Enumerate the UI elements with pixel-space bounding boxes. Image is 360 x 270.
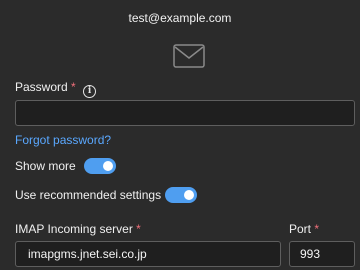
port-label-row: Port * (289, 222, 319, 236)
password-required-mark: * (71, 80, 76, 94)
port-input[interactable] (289, 241, 355, 267)
imap-server-input[interactable] (15, 241, 281, 267)
password-input[interactable] (15, 100, 355, 126)
imap-label-row: IMAP Incoming server * (15, 222, 141, 236)
password-label-row: Password * i (15, 80, 97, 98)
show-more-toggle[interactable] (84, 158, 116, 174)
envelope-icon (173, 44, 205, 68)
info-icon[interactable]: i (83, 85, 97, 98)
forgot-password-link[interactable]: Forgot password? (15, 133, 111, 147)
toggle-knob (103, 161, 113, 171)
toggle-knob (184, 190, 194, 200)
imap-required-mark: * (136, 222, 141, 236)
password-label: Password (15, 80, 68, 94)
port-label: Port (289, 222, 312, 236)
port-required-mark: * (314, 222, 320, 236)
show-more-label: Show more (15, 159, 76, 173)
recommended-settings-toggle[interactable] (165, 187, 197, 203)
account-email: test@example.com (128, 11, 232, 25)
recommended-settings-label: Use recommended settings (15, 188, 162, 202)
imap-label: IMAP Incoming server (15, 222, 133, 236)
